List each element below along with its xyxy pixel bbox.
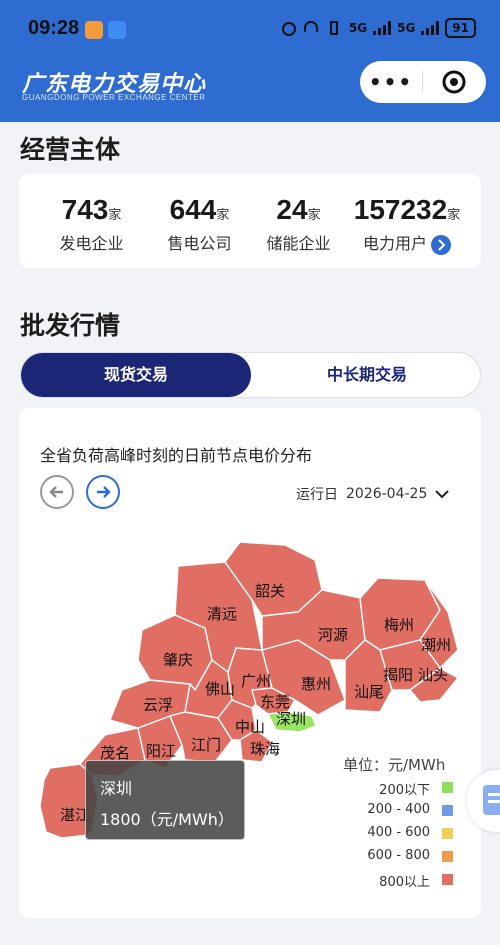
region-label-huizhou: 惠州 <box>301 675 331 693</box>
menu-card-icon <box>483 785 500 815</box>
legend-swatch <box>442 828 453 839</box>
region-label-guangzhou: 广州 <box>241 672 271 690</box>
region-label-yangjiang: 阳江 <box>146 742 176 760</box>
region-label-jiangmen: 江门 <box>191 736 221 754</box>
region-label-shanwei: 汕尾 <box>354 683 384 701</box>
region-label-zhuhai: 珠海 <box>250 740 280 758</box>
legend-title: 单位：元/MWh <box>343 756 446 774</box>
region-label-jieyang: 揭阳 <box>383 666 413 684</box>
region-label-shantou: 汕头 <box>418 666 448 684</box>
region-label-chaozhou: 潮州 <box>421 636 451 654</box>
legend-swatch <box>442 851 453 862</box>
region-label-zhaoqing: 肇庆 <box>163 651 193 669</box>
tooltip-value: 1800（元/MWh） <box>100 810 234 829</box>
map-tooltip: 深圳 1800（元/MWh） <box>85 760 245 840</box>
tooltip-city: 深圳 <box>100 779 133 798</box>
legend-label: 200以下 <box>379 783 430 798</box>
region-label-foshan: 佛山 <box>205 680 235 698</box>
legend-swatch <box>442 782 453 793</box>
region-label-zhongshan: 中山 <box>235 718 265 736</box>
region-label-yunfu: 云浮 <box>143 696 173 714</box>
legend-label: 200 - 400 <box>367 802 430 817</box>
legend-swatch <box>442 805 453 816</box>
legend-label: 600 - 800 <box>367 848 430 863</box>
region-label-shaoguan: 韶关 <box>255 582 285 600</box>
legend-label: 800以上 <box>379 875 430 890</box>
region-label-qingyuan: 清远 <box>207 605 237 623</box>
region-label-dongguan: 东莞 <box>260 693 290 711</box>
legend-swatch <box>442 874 453 885</box>
region-label-shenzhen: 深圳 <box>276 710 306 728</box>
legend-label: 400 - 600 <box>367 825 430 840</box>
region-label-meizhou: 梅州 <box>384 616 414 634</box>
region-label-heyuan: 河源 <box>318 626 348 644</box>
